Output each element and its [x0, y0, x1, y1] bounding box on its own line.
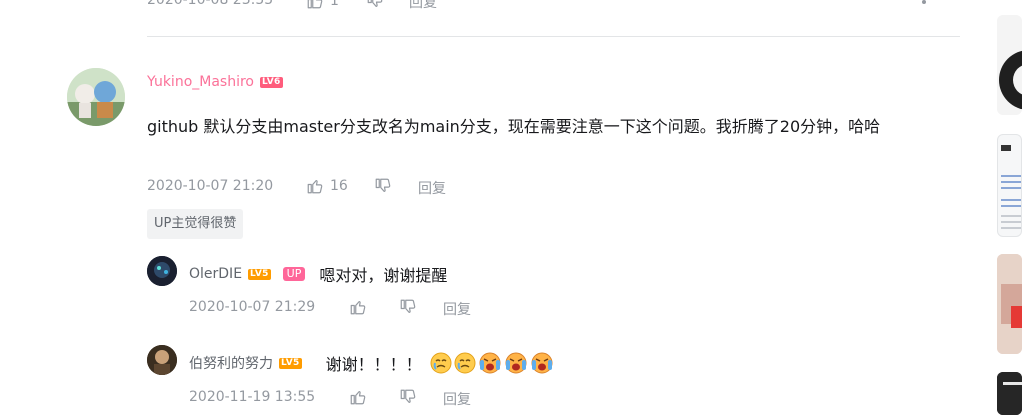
thumb-down-icon	[400, 389, 416, 403]
recommend-thumbnail[interactable]	[997, 372, 1022, 415]
reply-timestamp: 2020-11-19 13:55	[189, 389, 316, 405]
level-badge: LV5	[279, 357, 302, 369]
emoji-row	[430, 352, 554, 374]
avatar-image	[67, 68, 125, 126]
up-badge: UP	[282, 267, 306, 281]
top-like-button[interactable]: 1	[306, 0, 339, 10]
top-timestamp: 2020-10-08 23:55	[147, 0, 274, 8]
reply-text: 谢谢！！！！	[325, 355, 422, 374]
avatar-image	[147, 256, 177, 286]
reply-header: 伯努利的努力 LV5 谢谢！！！！	[189, 351, 554, 375]
thumb-down-icon	[367, 0, 383, 7]
main-reply-button[interactable]: 回复	[418, 178, 446, 198]
main-username[interactable]: Yukino_Mashiro	[147, 74, 254, 90]
avatar-image	[147, 345, 177, 375]
reply-reply-button[interactable]: 回复	[443, 299, 471, 319]
reply-like-button[interactable]	[349, 298, 367, 316]
avatar[interactable]	[67, 68, 125, 126]
level-badge: LV6	[259, 76, 283, 88]
reply-username[interactable]: 伯努利的努力	[189, 353, 273, 373]
thumb-up-icon	[350, 391, 366, 405]
cry-loud-emoji	[479, 352, 501, 374]
reply-text: 嗯对对，谢谢提醒	[319, 266, 448, 285]
avatar[interactable]	[147, 345, 177, 375]
sob-emoji	[430, 352, 452, 374]
comment-divider	[147, 36, 960, 37]
reply-username[interactable]: OlerDIE	[189, 266, 242, 282]
thumb-up-icon	[307, 0, 323, 9]
sob-emoji	[454, 352, 476, 374]
recommend-thumbnail[interactable]	[997, 254, 1022, 354]
document-preview-icon	[1001, 145, 1021, 229]
top-reply-button[interactable]: 回复	[409, 0, 437, 12]
top-dislike-button[interactable]	[366, 0, 384, 10]
github-logo-icon	[999, 50, 1022, 110]
thumb-down-icon	[375, 178, 391, 192]
reply-header: OlerDIE LV5 UP 嗯对对，谢谢提醒	[189, 262, 447, 286]
thumb-up-icon	[350, 301, 366, 315]
main-username-row: Yukino_Mashiro LV6	[147, 74, 283, 90]
thumb-up-icon	[307, 180, 323, 194]
reply-timestamp: 2020-10-07 21:29	[189, 299, 316, 315]
cry-loud-emoji	[531, 352, 553, 374]
main-comment-text: github 默认分支由master分支改名为main分支，现在需要注意一下这个…	[147, 117, 881, 136]
video-thumbnail-image	[997, 254, 1022, 354]
recommend-thumbnail[interactable]	[997, 134, 1022, 237]
recommend-thumbnail[interactable]	[997, 15, 1022, 115]
video-thumbnail-image	[997, 372, 1022, 415]
up-liked-tag: UP主觉得很赞	[147, 209, 244, 239]
cry-loud-emoji	[505, 352, 527, 374]
top-like-count: 1	[330, 0, 339, 9]
main-timestamp: 2020-10-07 21:20	[147, 178, 274, 194]
thumb-down-icon	[400, 299, 416, 313]
reply-like-button[interactable]	[349, 388, 367, 406]
avatar[interactable]	[147, 256, 177, 286]
reply-dislike-button[interactable]	[399, 298, 417, 316]
level-badge: LV5	[248, 268, 271, 280]
reply-reply-button[interactable]: 回复	[443, 389, 471, 409]
main-like-count: 16	[330, 178, 348, 194]
main-like-button[interactable]: 16	[306, 177, 348, 195]
more-options-icon[interactable]	[922, 0, 926, 4]
main-dislike-button[interactable]	[374, 177, 392, 195]
reply-dislike-button[interactable]	[399, 388, 417, 406]
